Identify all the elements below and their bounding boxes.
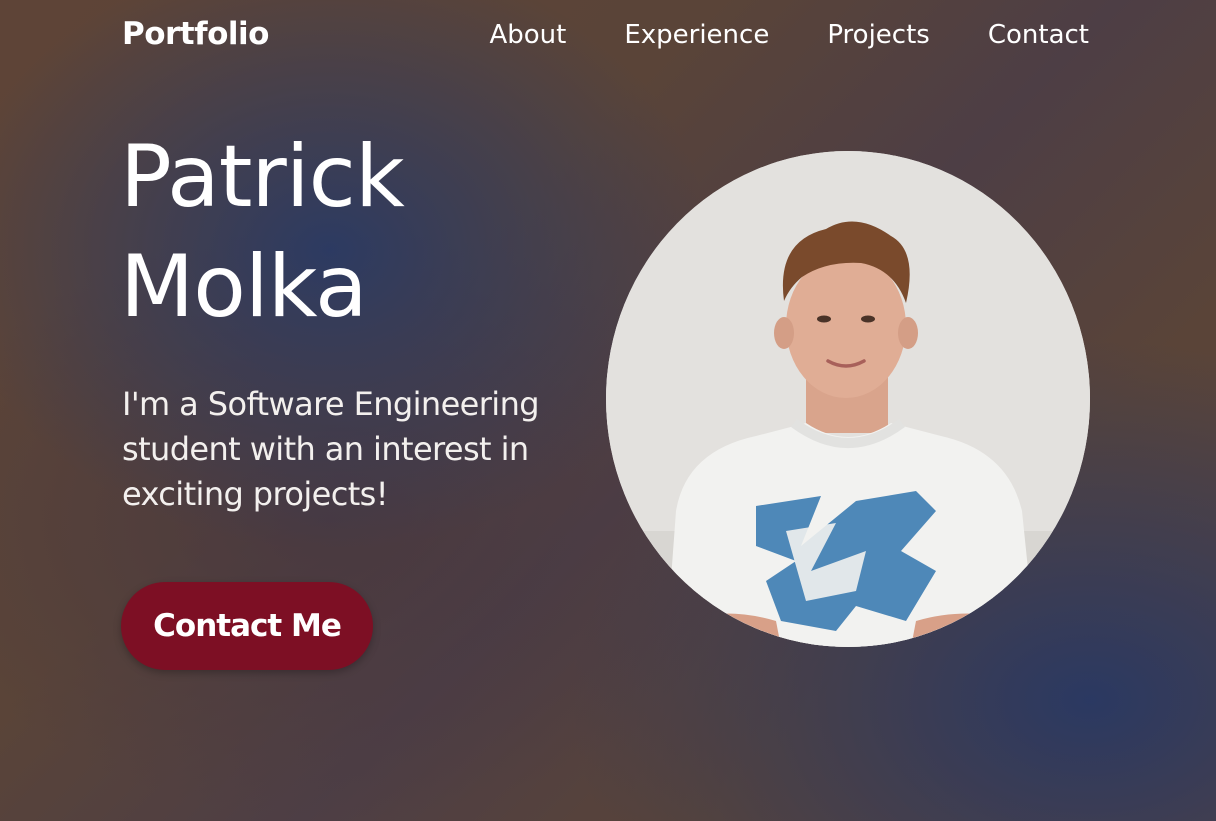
hero-name: Patrick Molka	[120, 122, 405, 342]
hero-tagline: I'm a Software Engineering student with …	[122, 385, 540, 513]
nav-link-projects[interactable]: Projects	[827, 20, 930, 50]
top-navbar: Portfolio About Experience Projects Cont…	[0, 0, 1216, 76]
nav-link-experience[interactable]: Experience	[624, 20, 769, 50]
hero-last-name: Molka	[120, 237, 368, 337]
profile-photo-illustration	[606, 151, 1090, 647]
hero-first-name: Patrick	[120, 127, 405, 227]
nav-link-about[interactable]: About	[489, 20, 566, 50]
contact-me-button[interactable]: Contact Me	[121, 582, 373, 670]
site-logo[interactable]: Portfolio	[122, 16, 269, 52]
profile-photo	[606, 151, 1090, 647]
nav-link-contact[interactable]: Contact	[988, 20, 1089, 50]
nav-links: About Experience Projects Contact	[489, 20, 1089, 50]
